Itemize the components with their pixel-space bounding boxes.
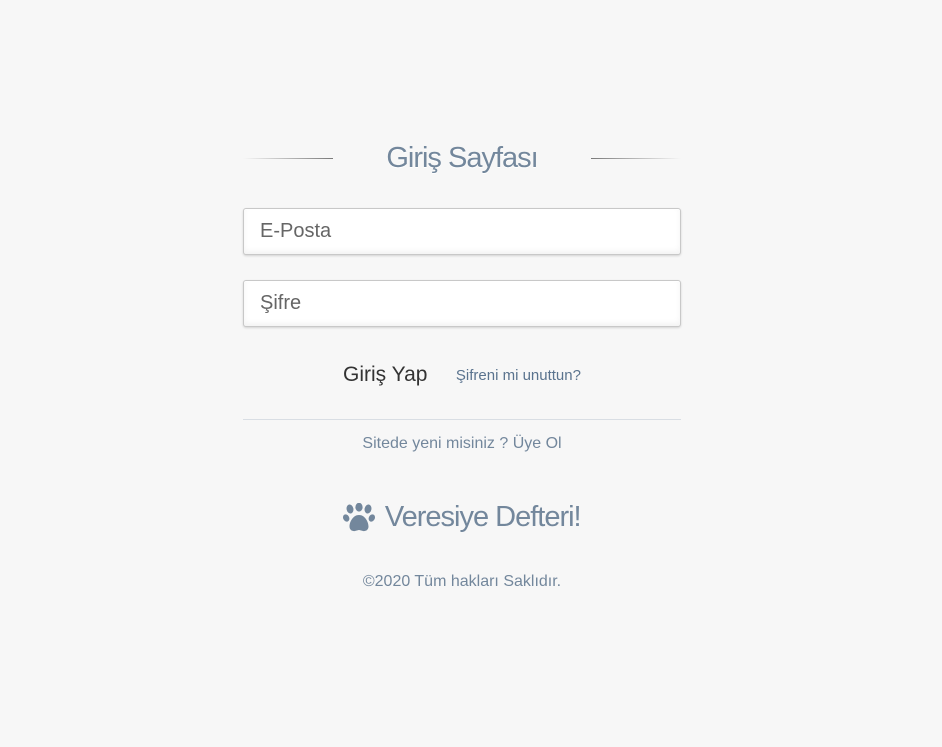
- title-row: Giriş Sayfası: [243, 136, 681, 180]
- login-form: Giriş Sayfası Giriş Yap Şifreni mi unutt…: [243, 136, 681, 591]
- email-field[interactable]: [243, 208, 681, 255]
- register-section: Sitede yeni misiniz ? Üye Ol: [243, 419, 681, 453]
- title-divider-right: [591, 158, 681, 159]
- brand-name: Veresiye Defteri!: [384, 501, 582, 533]
- login-page: Giriş Sayfası Giriş Yap Şifreni mi unutt…: [0, 0, 942, 747]
- paw-icon: [343, 502, 376, 531]
- password-field[interactable]: [243, 280, 681, 327]
- forgot-password-link[interactable]: Şifreni mi unuttun?: [456, 367, 581, 384]
- password-field-wrapper: [243, 280, 681, 327]
- brand: Veresiye Defteri!: [243, 501, 681, 545]
- page-title: Giriş Sayfası: [386, 142, 538, 174]
- email-field-wrapper: [243, 208, 681, 255]
- form-actions: Giriş Yap Şifreni mi unuttun?: [243, 363, 681, 393]
- register-link[interactable]: Üye Ol: [513, 435, 562, 452]
- title-divider-left: [243, 158, 333, 159]
- login-button[interactable]: Giriş Yap: [343, 363, 427, 387]
- copyright-text: ©2020 Tüm hakları Saklıdır.: [362, 573, 562, 590]
- register-prompt: Sitede yeni misiniz ?: [362, 435, 509, 452]
